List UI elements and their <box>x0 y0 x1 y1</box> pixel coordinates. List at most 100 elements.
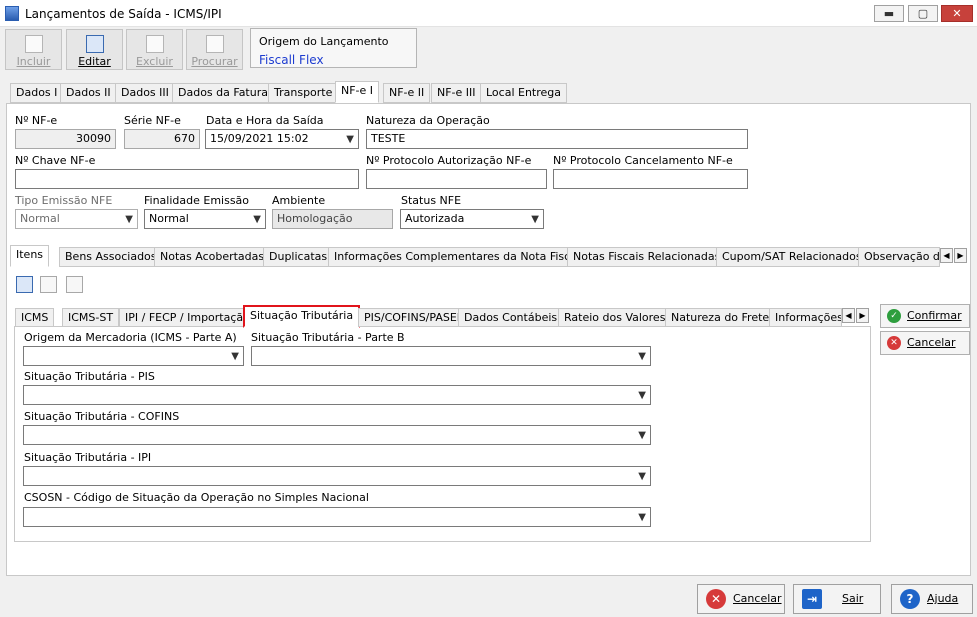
chave-label: Nº Chave NF-e <box>15 154 96 167</box>
edit-item-icon[interactable] <box>40 276 57 293</box>
chevron-down-icon[interactable]: ▼ <box>638 468 646 485</box>
editar-label: Editar <box>78 55 111 68</box>
tab-nfe-ii[interactable]: NF-e II <box>383 83 431 103</box>
cancelar-label: Cancelar <box>733 592 782 605</box>
inner-tab-strip: ICMS ICMS-ST IPI / FECP / Importação Sit… <box>15 305 875 328</box>
tipo-value: Normal <box>20 212 60 225</box>
search-icon <box>205 35 224 53</box>
scroll-right-icon[interactable]: ▶ <box>856 308 869 323</box>
new-item-icon[interactable] <box>16 276 33 293</box>
tab-nfe-i[interactable]: NF-e I <box>335 81 380 103</box>
chevron-down-icon[interactable]: ▼ <box>638 427 646 444</box>
origem-mercadoria-select[interactable]: ▼ <box>23 346 244 366</box>
confirmar-button[interactable]: ✓ Confirmar <box>880 304 970 328</box>
window-title: Lançamentos de Saída - ICMS/IPI <box>25 7 222 21</box>
chave-field[interactable] <box>15 169 359 189</box>
serie-label: Série NF-e <box>124 114 181 127</box>
exit-door-icon: ⇥ <box>802 589 822 609</box>
sair-button[interactable]: ⇥ Sair <box>793 584 881 614</box>
tipo-label: Tipo Emissão NFE <box>15 194 113 207</box>
minimize-icon[interactable]: ▬ <box>874 5 904 22</box>
situacao-b-select[interactable]: ▼ <box>251 346 651 366</box>
delete-item-icon[interactable] <box>66 276 83 293</box>
origem-box: Origem do Lançamento Fiscall Flex <box>250 28 417 68</box>
scroll-left-icon[interactable]: ◀ <box>940 248 953 263</box>
ambiente-field: Homologação <box>272 209 393 229</box>
tab-bens-associados[interactable]: Bens Associados <box>59 247 163 267</box>
origem-value: Fiscall Flex <box>259 53 324 67</box>
ajuda-label: Ajuda <box>927 592 959 605</box>
tab-dados-i[interactable]: Dados I <box>10 83 64 103</box>
tab-icms-st[interactable]: ICMS-ST <box>62 308 120 327</box>
tab-notas-acobertadas[interactable]: Notas Acobertadas <box>154 247 271 267</box>
origem-mercadoria-label: Origem da Mercadoria (ICMS - Parte A) <box>24 331 237 344</box>
incluir-button[interactable]: Incluir <box>5 29 62 70</box>
natureza-field[interactable]: TESTE <box>366 129 748 149</box>
chevron-down-icon[interactable]: ▼ <box>638 348 646 365</box>
situacao-pis-select[interactable]: ▼ <box>23 385 651 405</box>
top-tab-strip: Dados I Dados II Dados III Dados da Fatu… <box>10 81 970 105</box>
tab-rateio-valores[interactable]: Rateio dos Valores <box>558 308 672 327</box>
tab-itens[interactable]: Itens <box>10 245 50 267</box>
maximize-icon[interactable]: ▢ <box>908 5 938 22</box>
tab-informacoes[interactable]: Informações <box>769 308 842 327</box>
tab-natureza-frete[interactable]: Natureza do Frete <box>665 308 776 327</box>
tab-local-entrega[interactable]: Local Entrega <box>480 83 568 103</box>
chevron-down-icon[interactable]: ▼ <box>638 509 646 526</box>
tab-dados-fatura[interactable]: Dados da Fatura <box>172 83 274 103</box>
tab-observacao[interactable]: Observação d <box>858 247 940 267</box>
cancelamento-label: Nº Protocolo Cancelamento NF-e <box>553 154 733 167</box>
editar-button[interactable]: Editar <box>66 29 123 70</box>
procurar-button[interactable]: Procurar <box>186 29 243 70</box>
tab-cupom-sat[interactable]: Cupom/SAT Relacionados <box>716 247 868 267</box>
status-select[interactable]: Autorizada ▼ <box>400 209 544 229</box>
status-value: Autorizada <box>405 212 465 225</box>
situacao-pis-label: Situação Tributária - PIS <box>24 370 155 383</box>
cancelamento-field[interactable] <box>553 169 748 189</box>
chevron-down-icon[interactable]: ▼ <box>231 348 239 365</box>
tab-pis-cofins[interactable]: PIS/COFINS/PASEP <box>358 308 470 327</box>
tab-nfe-iii[interactable]: NF-e III <box>431 83 482 103</box>
incluir-label: Incluir <box>16 55 51 68</box>
excluir-button[interactable]: Excluir <box>126 29 183 70</box>
tab-info-complementares[interactable]: Informações Complementares da Nota Fisca… <box>328 247 586 267</box>
chevron-down-icon[interactable]: ▼ <box>125 211 133 228</box>
origem-label: Origem do Lançamento <box>259 35 389 48</box>
chevron-down-icon[interactable]: ▼ <box>638 387 646 404</box>
chevron-down-icon[interactable]: ▼ <box>346 131 354 148</box>
close-icon[interactable]: ✕ <box>941 5 973 22</box>
cancelar-button[interactable]: ✕ Cancelar <box>697 584 785 614</box>
csosn-label: CSOSN - Código de Situação da Operação n… <box>24 491 369 504</box>
nf-field[interactable]: 30090 <box>15 129 116 149</box>
scroll-right-icon[interactable]: ▶ <box>954 248 967 263</box>
delete-document-icon <box>145 35 164 53</box>
tipo-select[interactable]: Normal ▼ <box>15 209 138 229</box>
tab-dados-iii[interactable]: Dados III <box>115 83 175 103</box>
tab-dados-contabeis[interactable]: Dados Contábeis <box>458 308 564 327</box>
data-field[interactable]: 15/09/2021 15:02 ▼ <box>205 129 359 149</box>
tab-duplicatas[interactable]: Duplicatas <box>263 247 334 267</box>
cancelar-item-button[interactable]: ✕ Cancelar <box>880 331 970 355</box>
finalidade-select[interactable]: Normal ▼ <box>144 209 266 229</box>
tab-notas-relacionadas[interactable]: Notas Fiscais Relacionadas <box>567 247 727 267</box>
serie-field[interactable]: 670 <box>124 129 200 149</box>
chevron-down-icon[interactable]: ▼ <box>253 211 261 228</box>
nf-label: Nº NF-e <box>15 114 58 127</box>
situacao-ipi-select[interactable]: ▼ <box>23 466 651 486</box>
finalidade-label: Finalidade Emissão <box>144 194 250 207</box>
scroll-left-icon[interactable]: ◀ <box>842 308 855 323</box>
protocolo-field[interactable] <box>366 169 547 189</box>
tab-transporte[interactable]: Transporte <box>268 83 339 103</box>
protocolo-label: Nº Protocolo Autorização NF-e <box>366 154 532 167</box>
ambiente-label: Ambiente <box>272 194 326 207</box>
chevron-down-icon[interactable]: ▼ <box>531 211 539 228</box>
tab-situacao-tributaria[interactable]: Situação Tributária <box>243 305 361 328</box>
app-icon <box>5 6 19 21</box>
tab-icms[interactable]: ICMS <box>15 308 55 327</box>
situacao-cofins-select[interactable]: ▼ <box>23 425 651 445</box>
tab-ipi-fecp[interactable]: IPI / FECP / Importação <box>119 308 256 327</box>
csosn-select[interactable]: ▼ <box>23 507 651 527</box>
cancel-icon: ✕ <box>887 336 901 350</box>
tab-dados-ii[interactable]: Dados II <box>60 83 117 103</box>
ajuda-button[interactable]: ? Ajuda <box>891 584 973 614</box>
